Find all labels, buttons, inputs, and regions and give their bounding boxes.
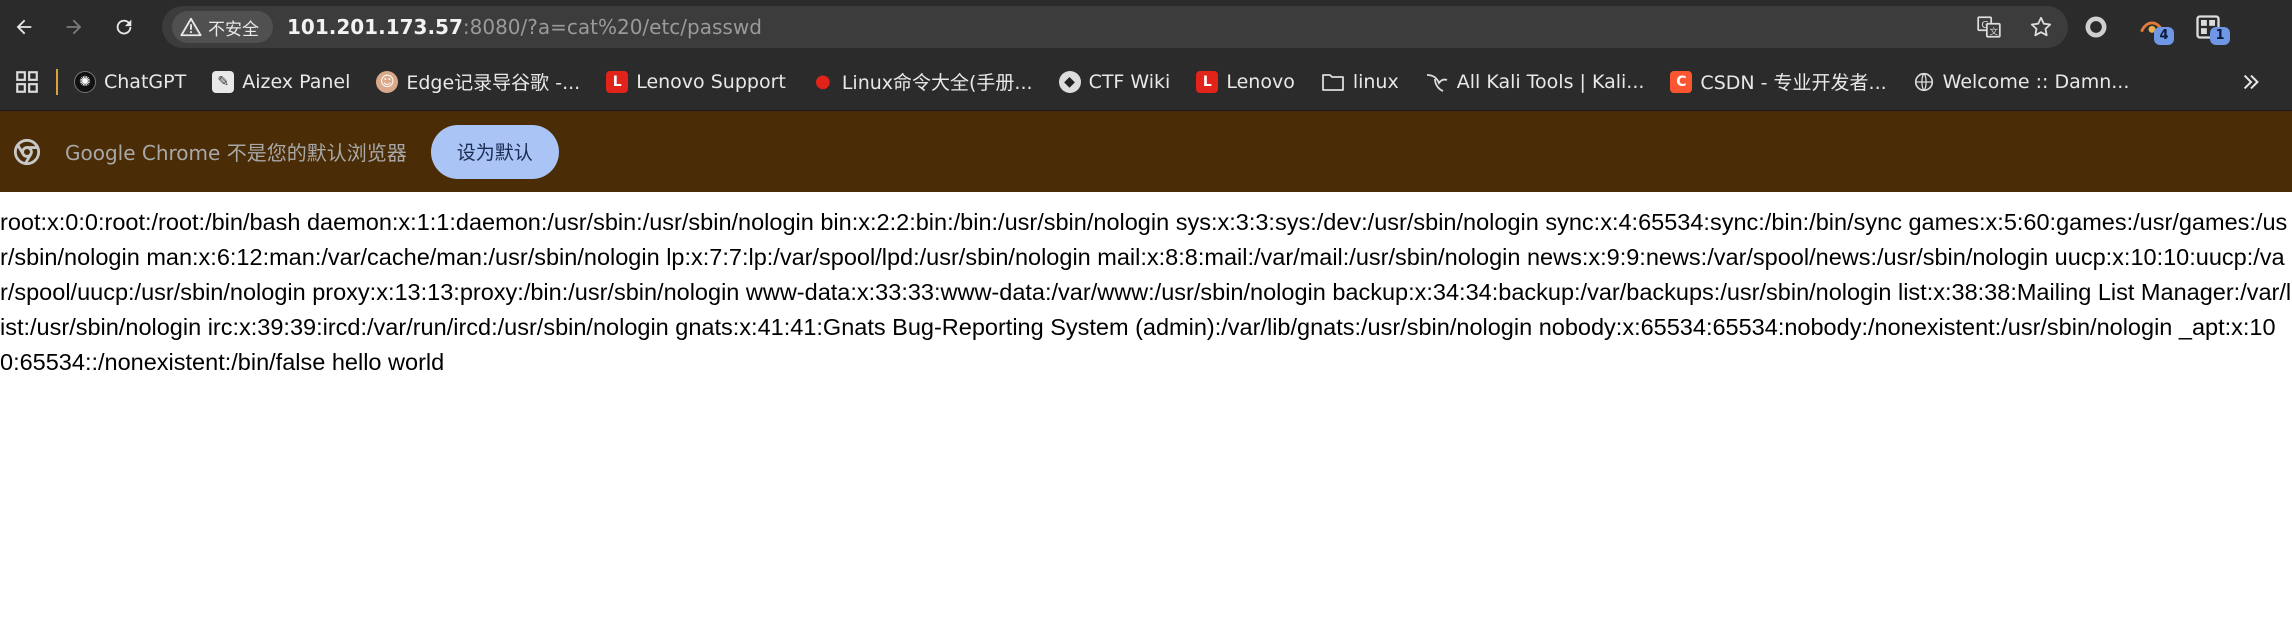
svg-text:文: 文 bbox=[1990, 26, 1999, 38]
apps-grid-icon[interactable] bbox=[14, 69, 40, 95]
lenovo-icon: L bbox=[1196, 70, 1219, 93]
star-icon bbox=[2030, 16, 2052, 37]
bookmark-label: CSDN - 专业开发者... bbox=[1700, 72, 1887, 94]
bookmark-chatgpt[interactable]: ✺ ChatGPT bbox=[74, 70, 187, 93]
default-browser-infobar: Google Chrome 不是您的默认浏览器 设为默认 bbox=[0, 111, 2292, 192]
extension-circle-button[interactable] bbox=[2080, 11, 2112, 43]
bookmarks-separator bbox=[56, 68, 58, 95]
reload-button[interactable] bbox=[100, 3, 148, 51]
edge-import-icon: ☺ bbox=[376, 70, 399, 93]
bookmark-ctf-wiki[interactable]: ◆ CTF Wiki bbox=[1058, 70, 1171, 93]
forward-button[interactable] bbox=[50, 3, 98, 51]
set-default-button[interactable]: 设为默认 bbox=[430, 124, 559, 179]
reload-icon bbox=[116, 19, 132, 34]
url-host: 101.201.173.57 bbox=[287, 15, 463, 39]
lenovo-icon: L bbox=[606, 70, 629, 93]
kali-icon bbox=[1426, 73, 1448, 92]
extension-qr-button[interactable]: 1 bbox=[2192, 11, 2230, 45]
arrow-right-icon bbox=[66, 19, 82, 34]
toolbar-actions: 4 1 bbox=[2080, 0, 2230, 53]
translate-icon: G文 bbox=[1977, 16, 2001, 38]
extension-sniffer-button[interactable]: 4 bbox=[2136, 11, 2174, 45]
bookmark-label: Edge记录导谷歌 -... bbox=[406, 72, 581, 94]
double-chevron-right-icon bbox=[2243, 74, 2259, 90]
ctf-wiki-icon: ◆ bbox=[1058, 70, 1081, 93]
bookmark-label: CTF Wiki bbox=[1088, 70, 1171, 93]
bookmark-folder-linux[interactable]: linux bbox=[1321, 71, 1399, 93]
globe-icon bbox=[1914, 72, 1933, 91]
bookmarks-bar: ✺ ChatGPT ✎ Aizex Panel ☺ Edge记录导谷歌 -...… bbox=[0, 53, 2292, 111]
bookmark-kali-tools[interactable]: All Kali Tools | Kali... bbox=[1425, 70, 1645, 93]
arrow-left-icon bbox=[16, 19, 32, 34]
bookmark-dvwa[interactable]: Welcome :: Damn... bbox=[1913, 70, 2130, 93]
bookmark-linux-commands[interactable]: ● Linux命令大全(手册... bbox=[812, 68, 1033, 95]
bookmark-label: Welcome :: Damn... bbox=[1942, 70, 2130, 93]
bookmarks-overflow-button[interactable] bbox=[2240, 53, 2262, 111]
folder-icon bbox=[1321, 73, 1344, 91]
extension-badge: 4 bbox=[2154, 26, 2174, 45]
bookmark-label: Linux命令大全(手册... bbox=[841, 72, 1033, 94]
bookmark-aizex[interactable]: ✎ Aizex Panel bbox=[212, 70, 351, 93]
address-bar[interactable]: 不安全 101.201.173.57:8080/?a=cat%20/etc/pa… bbox=[162, 6, 2068, 48]
bookmark-label: linux bbox=[1352, 70, 1399, 93]
security-indicator[interactable]: 不安全 bbox=[172, 11, 273, 43]
infobar-message: Google Chrome 不是您的默认浏览器 bbox=[65, 141, 407, 165]
url-text[interactable]: 101.201.173.57:8080/?a=cat%20/etc/passwd bbox=[287, 15, 762, 39]
extension-badge: 1 bbox=[2210, 26, 2230, 45]
circle-extension-icon bbox=[2085, 16, 2107, 37]
page-body-text: root:x:0:0:root:/root:/bin/bash daemon:x… bbox=[0, 209, 2292, 375]
bookmark-label: Aizex Panel bbox=[242, 70, 351, 93]
browser-toolbar: 不安全 101.201.173.57:8080/?a=cat%20/etc/pa… bbox=[0, 0, 2292, 53]
bookmark-csdn[interactable]: C CSDN - 专业开发者... bbox=[1670, 68, 1887, 95]
bookmark-lenovo[interactable]: L Lenovo bbox=[1196, 70, 1295, 93]
bookmark-label: ChatGPT bbox=[104, 70, 187, 93]
omnibox-actions: G文 bbox=[1976, 6, 2054, 48]
back-button[interactable] bbox=[0, 3, 48, 51]
chrome-logo-icon bbox=[13, 138, 41, 165]
bookmark-lenovo-support[interactable]: L Lenovo Support bbox=[606, 70, 786, 93]
bookmark-label: All Kali Tools | Kali... bbox=[1456, 70, 1645, 93]
redhat-icon: ● bbox=[814, 71, 831, 92]
bookmark-star-button[interactable] bbox=[2028, 14, 2054, 40]
warning-icon bbox=[180, 17, 202, 37]
url-path: :8080/?a=cat%20/etc/passwd bbox=[462, 15, 762, 39]
aizex-icon: ✎ bbox=[212, 70, 235, 93]
translate-button[interactable]: G文 bbox=[1976, 14, 2002, 40]
bookmark-label: Lenovo bbox=[1226, 70, 1295, 93]
chatgpt-icon: ✺ bbox=[74, 70, 96, 93]
security-label: 不安全 bbox=[208, 19, 259, 40]
csdn-icon: C bbox=[1670, 70, 1693, 93]
bookmark-edge-import[interactable]: ☺ Edge记录导谷歌 -... bbox=[376, 68, 580, 95]
bookmark-label: Lenovo Support bbox=[636, 70, 786, 93]
